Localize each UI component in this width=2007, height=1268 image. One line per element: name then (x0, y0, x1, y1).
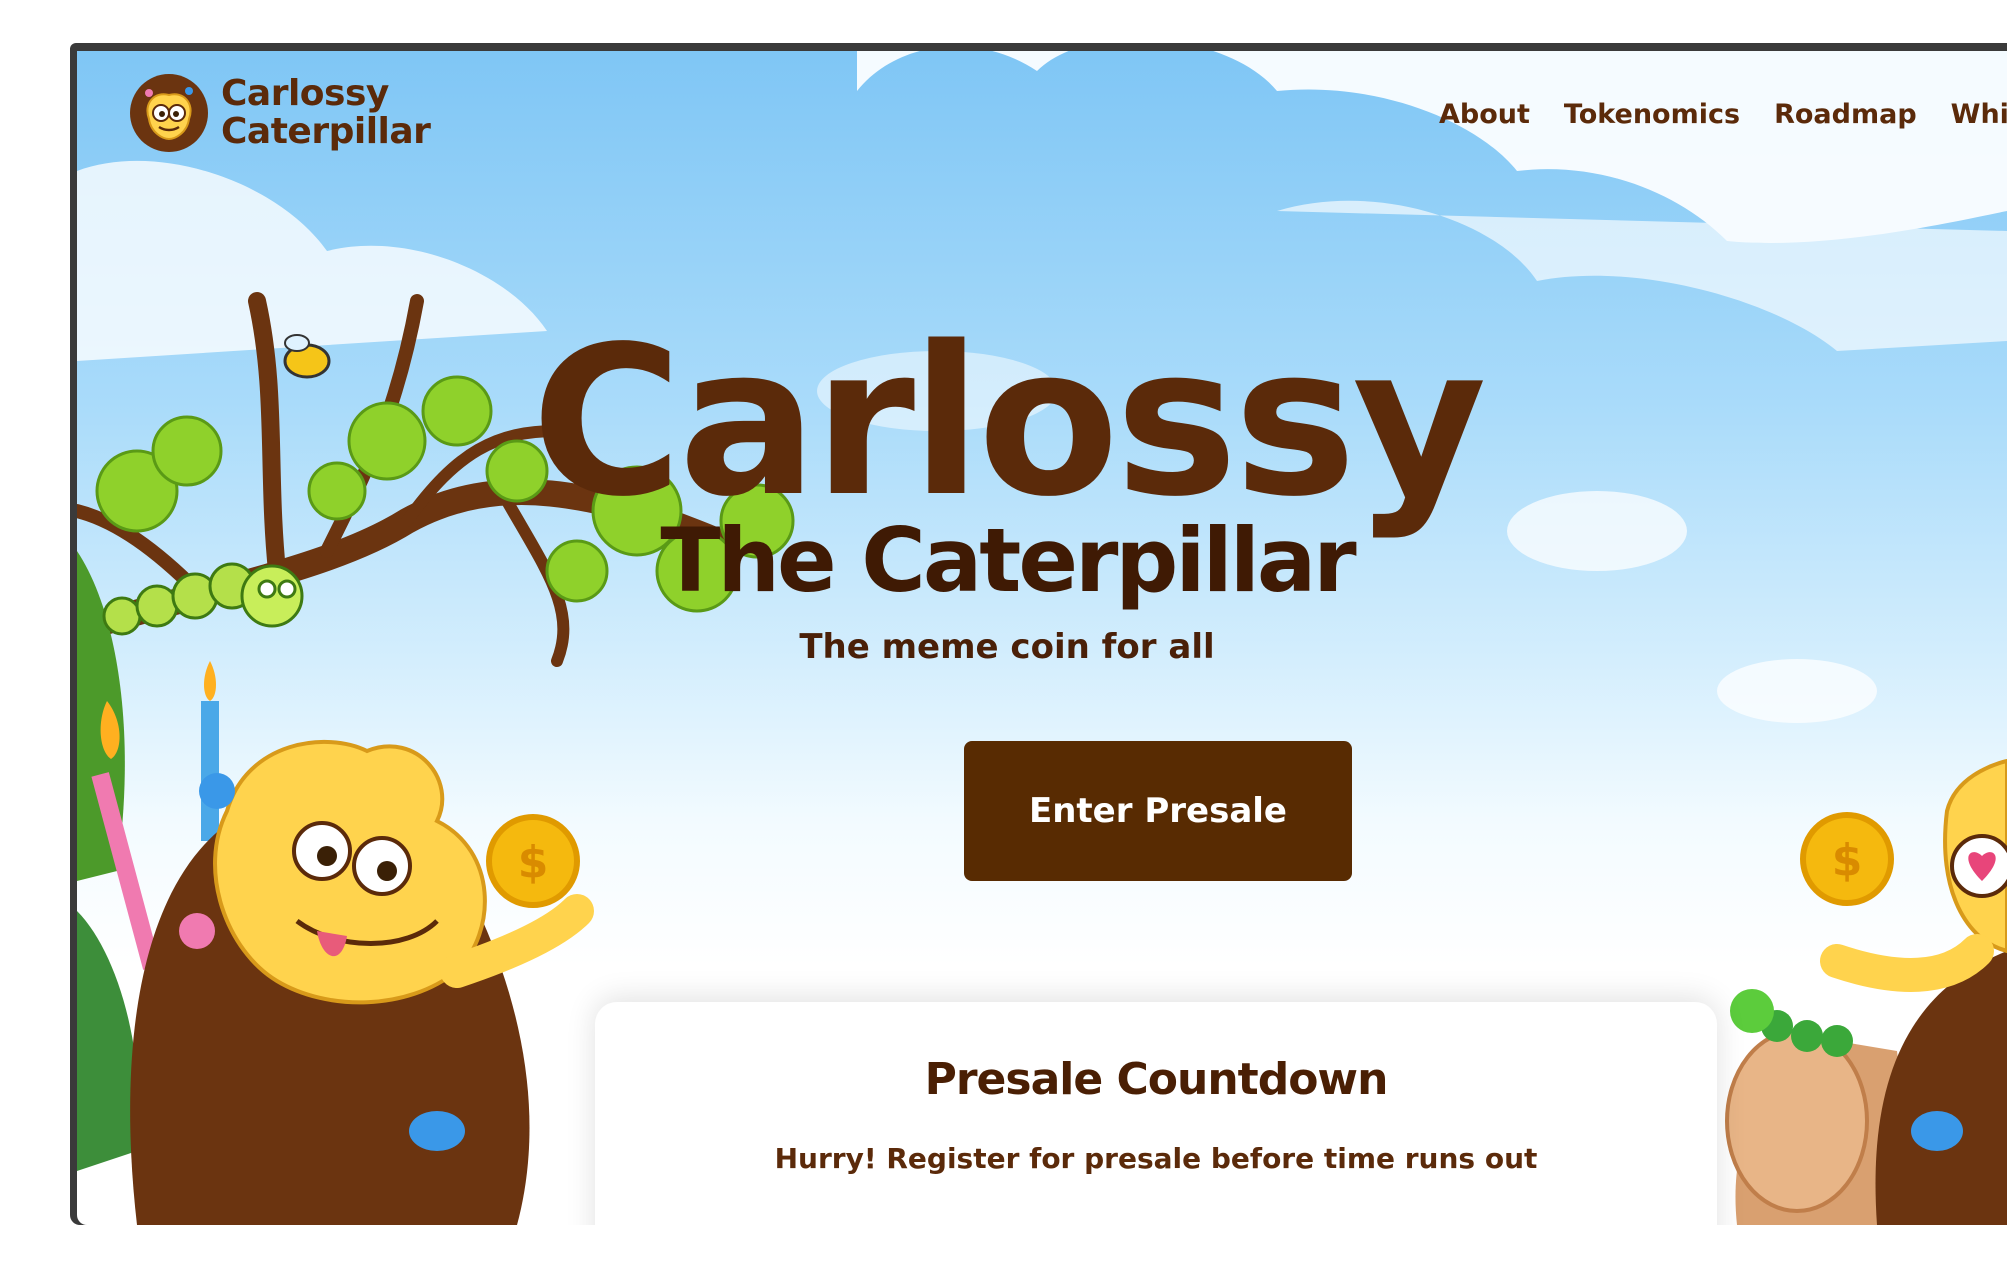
hero-title: Carlossy (531, 302, 1486, 542)
svg-text:$: $ (518, 837, 549, 888)
page-viewport: $ $ Carlossy Caterpillar About Tokenomic… (77, 51, 2007, 1225)
nav-link-about[interactable]: About (1439, 99, 1530, 130)
presale-countdown-card: Presale Countdown Hurry! Register for pr… (595, 1002, 1717, 1225)
nav-link-tokenomics[interactable]: Tokenomics (1564, 99, 1740, 130)
nav-link-roadmap[interactable]: Roadmap (1774, 99, 1917, 130)
coin-illustration-right: $ (1800, 812, 1894, 906)
svg-text:$: $ (1832, 835, 1863, 886)
hero-tagline: The meme coin for all (799, 627, 1215, 667)
brand-name: Carlossy Caterpillar (221, 73, 431, 152)
brand-logo[interactable]: Carlossy Caterpillar (129, 73, 431, 153)
logo-mascot-icon (130, 74, 208, 152)
main-nav: About Tokenomics Roadmap White (1439, 99, 2007, 130)
brand-line-2: Caterpillar (221, 111, 431, 152)
nav-link-whitepaper[interactable]: White (1951, 99, 2007, 130)
coin-illustration-left: $ (486, 814, 580, 908)
browser-window: $ $ Carlossy Caterpillar About Tokenomic… (70, 43, 2007, 1225)
countdown-description: Hurry! Register for presale before time … (774, 1142, 1538, 1175)
hero-subtitle: The Caterpillar (660, 509, 1356, 612)
countdown-title: Presale Countdown (924, 1054, 1389, 1105)
brand-line-1: Carlossy (221, 73, 389, 114)
left-mascot-illustration (130, 739, 594, 1225)
enter-presale-button[interactable]: Enter Presale (964, 741, 1352, 881)
